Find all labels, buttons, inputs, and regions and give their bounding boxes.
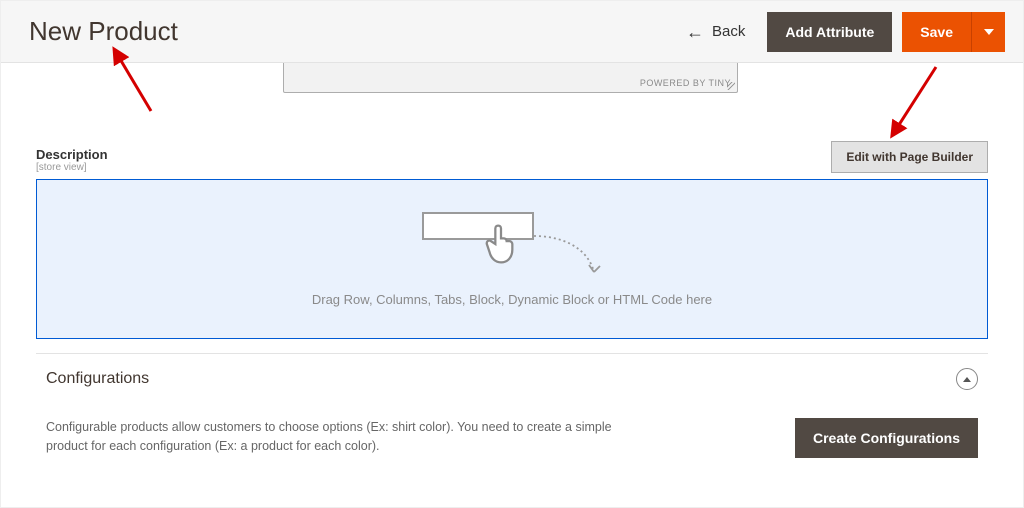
back-button[interactable]: ← Back bbox=[674, 13, 757, 51]
drag-hint-icon bbox=[422, 212, 602, 272]
resize-handle-icon[interactable] bbox=[727, 82, 735, 90]
configurations-collapse-toggle[interactable] bbox=[956, 368, 978, 390]
back-label: Back bbox=[712, 23, 745, 40]
save-dropdown-toggle[interactable] bbox=[971, 12, 1005, 52]
section-divider bbox=[36, 353, 988, 354]
configurations-title: Configurations bbox=[46, 370, 149, 388]
annotation-arrow-edit-button bbox=[881, 61, 951, 141]
arrow-left-icon: ← bbox=[686, 23, 704, 41]
short-description-editor-bottom[interactable]: POWERED BY TINY bbox=[283, 63, 738, 93]
configurations-help-text: Configurable products allow customers to… bbox=[46, 418, 616, 457]
page-title: New Product bbox=[29, 16, 178, 47]
add-attribute-button[interactable]: Add Attribute bbox=[767, 12, 892, 52]
description-label: Description bbox=[36, 147, 108, 162]
description-dropzone[interactable]: Drag Row, Columns, Tabs, Block, Dynamic … bbox=[36, 179, 988, 339]
create-configurations-button[interactable]: Create Configurations bbox=[795, 418, 978, 458]
chevron-up-icon bbox=[963, 377, 971, 382]
save-button[interactable]: Save bbox=[902, 12, 971, 52]
chevron-down-icon bbox=[984, 29, 994, 35]
editor-powered-by: POWERED BY TINY bbox=[640, 78, 731, 88]
dropzone-hint-text: Drag Row, Columns, Tabs, Block, Dynamic … bbox=[312, 292, 712, 307]
description-scope: [store view] bbox=[36, 162, 108, 173]
edit-with-page-builder-button[interactable]: Edit with Page Builder bbox=[831, 141, 988, 173]
